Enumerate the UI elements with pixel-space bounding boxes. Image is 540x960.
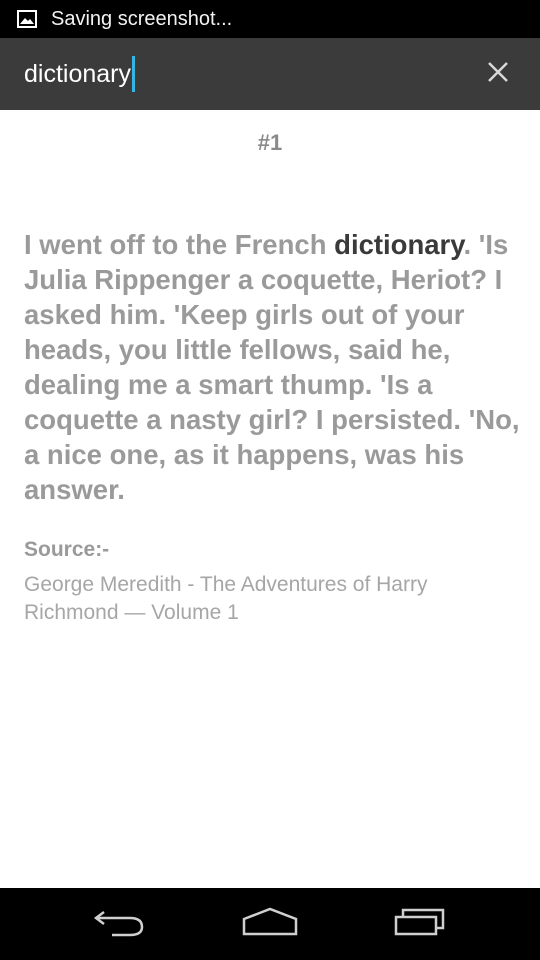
quote-text-before: I went off to the French	[24, 229, 335, 260]
navigation-bar	[0, 888, 540, 960]
recents-button[interactable]	[386, 904, 456, 944]
quote-text-after: . 'Is Julia Rippenger a coquette, Heriot…	[24, 229, 520, 505]
status-text: Saving screenshot...	[51, 7, 233, 30]
text-cursor	[132, 56, 135, 92]
clear-search-button[interactable]	[484, 60, 512, 88]
close-icon	[486, 60, 510, 89]
result-content: #1 I went off to the French dictionary. …	[0, 110, 540, 888]
home-button[interactable]	[235, 904, 305, 944]
status-bar: Saving screenshot...	[0, 0, 540, 38]
quote-highlight: dictionary	[334, 229, 464, 260]
result-number: #1	[257, 130, 283, 155]
back-icon	[92, 906, 148, 943]
source-text: George Meredith - The Adventures of Harr…	[24, 573, 428, 624]
search-input[interactable]: dictionary	[24, 54, 135, 94]
recents-icon	[393, 907, 449, 942]
search-bar: dictionary	[0, 38, 540, 110]
image-icon	[17, 10, 37, 28]
source-label: Source:-	[24, 538, 110, 561]
home-icon	[241, 907, 299, 942]
back-button[interactable]	[85, 904, 155, 944]
quote-text: I went off to the French dictionary. 'Is…	[24, 227, 520, 507]
search-query: dictionary	[24, 59, 131, 88]
